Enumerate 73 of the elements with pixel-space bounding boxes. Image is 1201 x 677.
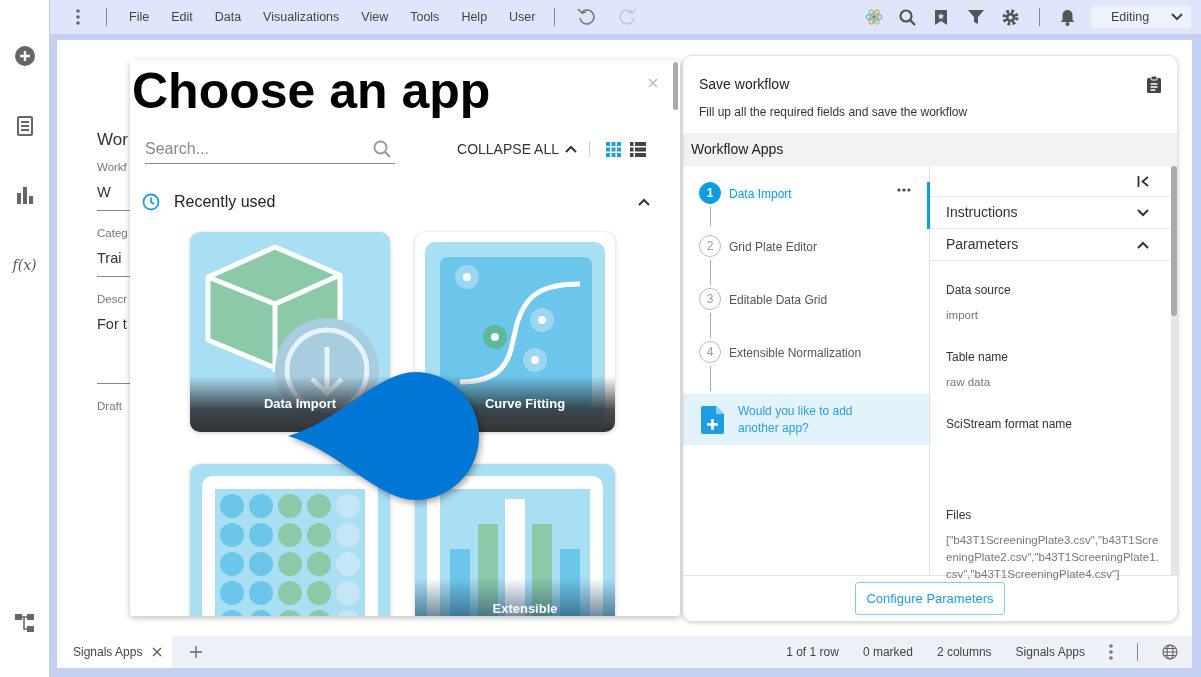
clock-icon bbox=[142, 193, 160, 211]
parameter-label: Table name bbox=[946, 349, 1010, 366]
section-title: Recently used bbox=[174, 192, 276, 212]
more-icon[interactable] bbox=[897, 188, 911, 192]
status-text: Signals Apps bbox=[1015, 644, 1085, 661]
status-text: 2 columns bbox=[936, 644, 992, 661]
collapse-icon[interactable] bbox=[1137, 175, 1149, 187]
step-name: Extensible Normalization bbox=[728, 345, 862, 362]
filter-icon[interactable] bbox=[968, 9, 984, 25]
workflow-step[interactable]: 4 Extensible Normalization bbox=[683, 341, 930, 394]
parameter-label: SciStream format name bbox=[946, 416, 1074, 433]
search-icon bbox=[373, 140, 391, 158]
parameter-value: raw data bbox=[946, 375, 992, 390]
section-toggle[interactable] bbox=[638, 198, 650, 206]
menu-item[interactable]: Data bbox=[214, 7, 242, 27]
parameter-value: ["b43T1ScreeningPlate3.csv","b43T1ScreeningPlate2.csv","b43T1ScreeningPlate1.csv","b43T1ScreeningPlate4.csv"] bbox=[946, 533, 1159, 582]
section-header: Workflow Apps bbox=[683, 133, 1177, 166]
menu-item[interactable]: Edit bbox=[171, 7, 193, 27]
clipboard-icon[interactable] bbox=[1147, 76, 1161, 93]
field-label: Workf bbox=[97, 159, 127, 175]
file-plus-icon bbox=[701, 405, 724, 434]
step-name: Data Import bbox=[728, 186, 792, 203]
step-number: 1 bbox=[699, 182, 721, 204]
search-field[interactable]: Search... bbox=[145, 134, 395, 164]
hierarchy-icon[interactable] bbox=[14, 613, 35, 633]
panel-title: Save workflow bbox=[699, 75, 791, 94]
app-card[interactable]: Extensible bbox=[415, 464, 615, 616]
step-name: Editable Data Grid bbox=[728, 292, 828, 309]
chevron-up-icon bbox=[1137, 240, 1149, 249]
field-label: Categ bbox=[97, 225, 128, 241]
bookmark-icon[interactable] bbox=[934, 8, 948, 26]
dialog-title: Choose an app bbox=[132, 62, 491, 121]
app-card[interactable]: Curve Fitting bbox=[415, 232, 615, 432]
search-icon[interactable] bbox=[899, 8, 916, 26]
document-icon[interactable] bbox=[16, 116, 33, 136]
menu-item[interactable]: Visualizations bbox=[263, 7, 340, 27]
collapse-all-button[interactable]: COLLAPSE ALL bbox=[457, 138, 577, 160]
app-card[interactable] bbox=[190, 464, 390, 616]
more-icon[interactable] bbox=[76, 9, 80, 25]
settings-icon[interactable] bbox=[1002, 8, 1019, 26]
menu-item[interactable]: File bbox=[129, 7, 150, 27]
mode-dropdown[interactable]: Editing bbox=[1091, 6, 1191, 28]
chevron-up-icon bbox=[565, 145, 577, 153]
chevron-down-icon bbox=[1137, 208, 1149, 217]
menu-item[interactable]: User bbox=[509, 7, 536, 27]
panel-subtitle: Fill up all the required fields and save the workflow bbox=[699, 104, 968, 121]
status-text: 1 of 1 row bbox=[786, 644, 839, 661]
chevron-up-icon bbox=[638, 198, 650, 206]
document-tab[interactable]: Signals Apps bbox=[57, 636, 173, 668]
step-name: Grid Plate Editor bbox=[728, 239, 818, 256]
formula-button[interactable]: f(x) bbox=[12, 254, 37, 276]
close-icon[interactable] bbox=[152, 647, 163, 657]
form-title: Wor bbox=[97, 129, 128, 151]
parameter-value: import bbox=[946, 308, 979, 323]
menu-item[interactable]: Tools bbox=[410, 7, 440, 27]
chevron-down-icon bbox=[1171, 13, 1183, 21]
notification-icon[interactable] bbox=[1060, 8, 1075, 26]
parameter-label: Files bbox=[946, 507, 973, 524]
workflow-step[interactable]: 3 Editable Data Grid bbox=[683, 288, 930, 341]
status-text: 0 marked bbox=[862, 644, 913, 661]
scrollbar[interactable] bbox=[673, 62, 678, 110]
globe-icon[interactable] bbox=[1162, 644, 1178, 660]
add-tab-icon[interactable] bbox=[190, 646, 203, 658]
undo-button[interactable] bbox=[576, 8, 595, 26]
bar-chart-icon[interactable] bbox=[15, 186, 34, 204]
field-label: Descr bbox=[97, 291, 128, 307]
menu-item[interactable]: Help bbox=[461, 7, 488, 27]
scrollbar[interactable] bbox=[1171, 166, 1177, 575]
parameter-label: Data source bbox=[946, 282, 1012, 299]
menu-item[interactable]: View bbox=[361, 7, 389, 27]
add-icon[interactable] bbox=[14, 46, 35, 66]
status-text: Draft bbox=[97, 398, 122, 414]
workflow-step[interactable]: 2 Grid Plate Editor bbox=[683, 235, 930, 288]
